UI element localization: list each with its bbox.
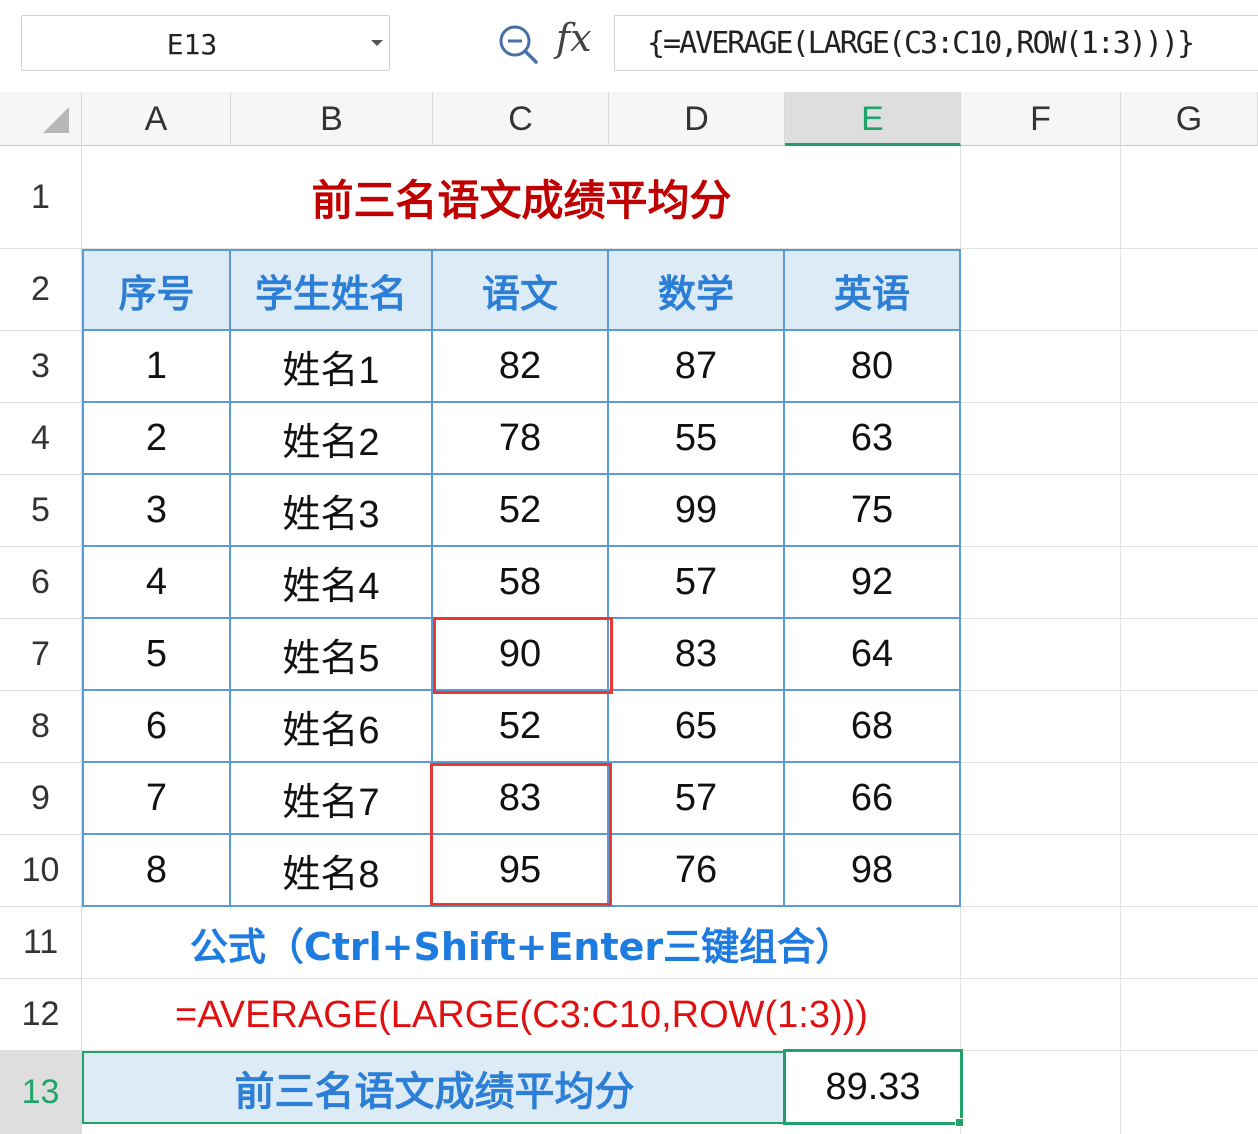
row-header-13[interactable]: 13 xyxy=(0,1051,82,1134)
table-cell[interactable]: 64 xyxy=(785,619,961,691)
table-cell[interactable]: 姓名4 xyxy=(231,547,433,619)
column-header-e[interactable]: E xyxy=(785,92,961,146)
formula-bar: E13 fx {=AVERAGE(LARGE(C3:C10,ROW(1:3)))… xyxy=(0,0,1258,88)
table-cell[interactable]: 姓名2 xyxy=(231,403,433,475)
gridline xyxy=(1120,146,1121,1134)
table-cell[interactable]: 姓名7 xyxy=(231,763,433,835)
row-header-10[interactable]: 10 xyxy=(0,835,82,907)
table-cell[interactable]: 66 xyxy=(785,763,961,835)
selected-cell-e13[interactable]: 89.33 xyxy=(783,1049,963,1125)
name-box[interactable]: E13 xyxy=(21,15,390,71)
column-header-b[interactable]: B xyxy=(231,92,433,146)
table-cell[interactable]: 3 xyxy=(82,475,231,547)
table-cell[interactable]: 姓名3 xyxy=(231,475,433,547)
table-cell[interactable]: 57 xyxy=(609,763,785,835)
formula-note[interactable]: 公式（Ctrl+Shift+Enter三键组合） xyxy=(82,907,961,979)
table-cell[interactable]: 92 xyxy=(785,547,961,619)
table-cell[interactable]: 75 xyxy=(785,475,961,547)
fill-handle[interactable] xyxy=(955,1118,964,1127)
formula-input[interactable]: {=AVERAGE(LARGE(C3:C10,ROW(1:3)))} xyxy=(614,15,1258,71)
table-cell[interactable]: 99 xyxy=(609,475,785,547)
header-cell-english[interactable]: 英语 xyxy=(785,249,961,331)
table-cell[interactable]: 63 xyxy=(785,403,961,475)
table-cell[interactable]: 87 xyxy=(609,331,785,403)
row-header-12[interactable]: 12 xyxy=(0,979,82,1051)
column-header-g[interactable]: G xyxy=(1121,92,1258,146)
formula-text[interactable]: =AVERAGE(LARGE(C3:C10,ROW(1:3))) xyxy=(82,979,961,1051)
sheet-title[interactable]: 前三名语文成绩平均分 xyxy=(82,146,961,249)
table-cell[interactable]: 姓名8 xyxy=(231,835,433,907)
table-cell[interactable]: 98 xyxy=(785,835,961,907)
row-header-11[interactable]: 11 xyxy=(0,907,82,979)
table-cell[interactable]: 2 xyxy=(82,403,231,475)
table-cell[interactable]: 8 xyxy=(82,835,231,907)
fx-icon[interactable]: fx xyxy=(556,16,592,60)
table-cell[interactable]: 52 xyxy=(433,691,609,763)
formula-input-value: {=AVERAGE(LARGE(C3:C10,ROW(1:3)))} xyxy=(647,26,1195,61)
row-header-7[interactable]: 7 xyxy=(0,619,82,691)
table-cell[interactable]: 76 xyxy=(609,835,785,907)
table-cell[interactable]: 83 xyxy=(433,763,609,835)
select-all-triangle-icon xyxy=(43,107,69,133)
table-cell[interactable]: 52 xyxy=(433,475,609,547)
row-header-9[interactable]: 9 xyxy=(0,763,82,835)
table-cell[interactable]: 68 xyxy=(785,691,961,763)
row-header-4[interactable]: 4 xyxy=(0,403,82,475)
header-cell-student-name[interactable]: 学生姓名 xyxy=(231,249,433,331)
table-cell[interactable]: 80 xyxy=(785,331,961,403)
header-cell-index[interactable]: 序号 xyxy=(82,249,231,331)
row-header-2[interactable]: 2 xyxy=(0,249,82,331)
name-box-value: E13 xyxy=(166,28,218,61)
table-cell[interactable]: 95 xyxy=(433,835,609,907)
row-header-6[interactable]: 6 xyxy=(0,547,82,619)
table-cell[interactable]: 90 xyxy=(433,619,609,691)
table-cell[interactable]: 姓名1 xyxy=(231,331,433,403)
row-header-3[interactable]: 3 xyxy=(0,331,82,403)
chevron-down-icon[interactable] xyxy=(371,40,383,46)
table-cell[interactable]: 57 xyxy=(609,547,785,619)
table-cell[interactable]: 5 xyxy=(82,619,231,691)
table-cell[interactable]: 83 xyxy=(609,619,785,691)
table-cell[interactable]: 55 xyxy=(609,403,785,475)
result-label[interactable]: 前三名语文成绩平均分 xyxy=(82,1051,785,1124)
row-header-5[interactable]: 5 xyxy=(0,475,82,547)
select-all-corner[interactable] xyxy=(0,92,82,146)
table-cell[interactable]: 1 xyxy=(82,331,231,403)
column-header-d[interactable]: D xyxy=(609,92,785,146)
zoom-magnifier-icon[interactable] xyxy=(496,22,540,66)
table-cell[interactable]: 7 xyxy=(82,763,231,835)
table-cell[interactable]: 姓名5 xyxy=(231,619,433,691)
row-header-8[interactable]: 8 xyxy=(0,691,82,763)
header-cell-chinese[interactable]: 语文 xyxy=(433,249,609,331)
column-header-c[interactable]: C xyxy=(433,92,609,146)
table-cell[interactable]: 4 xyxy=(82,547,231,619)
row-header-1[interactable]: 1 xyxy=(0,146,82,249)
table-cell[interactable]: 65 xyxy=(609,691,785,763)
table-cell[interactable]: 82 xyxy=(433,331,609,403)
column-header-f[interactable]: F xyxy=(961,92,1121,146)
table-cell[interactable]: 58 xyxy=(433,547,609,619)
table-cell[interactable]: 6 xyxy=(82,691,231,763)
table-cell[interactable]: 姓名6 xyxy=(231,691,433,763)
table-cell[interactable]: 78 xyxy=(433,403,609,475)
header-cell-math[interactable]: 数学 xyxy=(609,249,785,331)
column-header-a[interactable]: A xyxy=(82,92,231,146)
